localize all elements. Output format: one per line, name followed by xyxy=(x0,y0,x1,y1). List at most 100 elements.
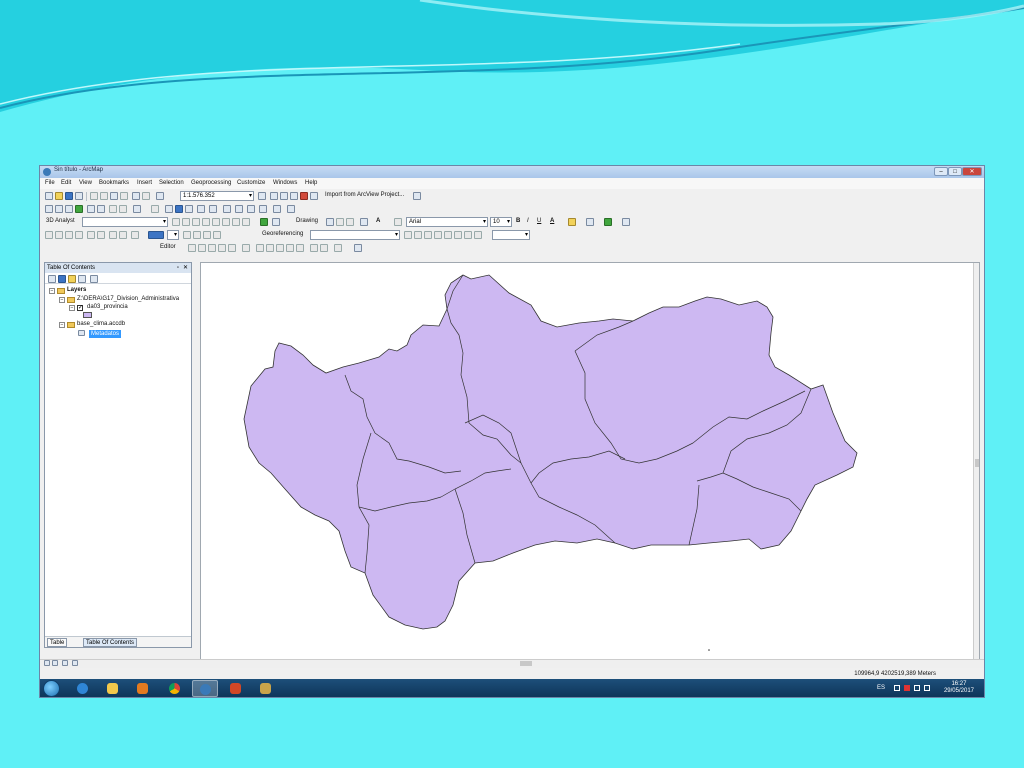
trace-icon[interactable] xyxy=(228,244,236,252)
menu-help[interactable]: Help xyxy=(305,180,317,186)
action-center-icon[interactable] xyxy=(904,685,910,691)
color-swatch-icon[interactable] xyxy=(148,231,164,239)
view-link-table-icon[interactable] xyxy=(454,231,462,239)
find-icon[interactable] xyxy=(223,205,231,213)
start-button[interactable] xyxy=(43,680,60,697)
page-back-icon[interactable] xyxy=(109,231,117,239)
menu-customize[interactable]: Customize xyxy=(237,180,265,186)
menu-edit[interactable]: Edit xyxy=(61,180,71,186)
georef-layer-dropdown[interactable] xyxy=(310,230,400,240)
viewer-icon[interactable] xyxy=(464,231,472,239)
vertical-scroll-thumb[interactable] xyxy=(975,459,979,467)
create-viewer-icon[interactable] xyxy=(273,205,281,213)
list-by-selection-icon[interactable] xyxy=(78,275,86,283)
hyperlink-icon[interactable] xyxy=(185,205,193,213)
paste-icon[interactable] xyxy=(110,192,118,200)
map-view[interactable] xyxy=(200,262,980,660)
steepest-path-icon[interactable] xyxy=(182,218,190,226)
marker-color-icon[interactable] xyxy=(604,218,612,226)
python-window-icon[interactable] xyxy=(310,192,318,200)
group1-node[interactable]: Z:\DERA\G17_Division_Administrativa xyxy=(77,296,179,302)
toc-window-icon[interactable] xyxy=(270,192,278,200)
print-icon[interactable] xyxy=(75,192,83,200)
taskbar-chrome[interactable] xyxy=(162,680,188,697)
point-icon[interactable] xyxy=(242,244,250,252)
full-extent-icon[interactable] xyxy=(75,205,83,213)
menu-insert[interactable]: Insert xyxy=(137,180,152,186)
layer-node[interactable]: da03_provincia xyxy=(87,304,128,310)
layout-options-icon[interactable] xyxy=(213,231,221,239)
contour-icon[interactable] xyxy=(172,218,180,226)
minimize-button[interactable]: – xyxy=(934,167,948,176)
toggle-draft-icon[interactable] xyxy=(183,231,191,239)
fixed-zoom-in-icon[interactable] xyxy=(87,205,95,213)
rectangle-icon[interactable] xyxy=(360,218,368,226)
shift-georef-icon[interactable] xyxy=(414,231,422,239)
scale-georef-icon[interactable] xyxy=(424,231,432,239)
arcscene-icon[interactable] xyxy=(232,218,240,226)
taskbar-ie[interactable] xyxy=(70,680,96,697)
pan-icon[interactable] xyxy=(65,205,73,213)
edit-vertices-2-icon[interactable] xyxy=(256,244,264,252)
network-icon[interactable] xyxy=(272,218,280,226)
italic-button[interactable]: I xyxy=(527,218,529,224)
change-layout-icon[interactable] xyxy=(193,231,201,239)
vertical-scrollbar[interactable] xyxy=(973,263,979,659)
expand-group2-icon[interactable]: − xyxy=(59,322,65,328)
layer-symbol-swatch[interactable] xyxy=(83,312,92,318)
taskbar-explorer[interactable] xyxy=(100,680,126,697)
rotate-georef-icon[interactable] xyxy=(404,231,412,239)
model-builder-icon[interactable] xyxy=(413,192,421,200)
split-icon[interactable] xyxy=(286,244,294,252)
arcglobe-icon[interactable] xyxy=(242,218,250,226)
scale-dropdown[interactable]: 1:1.576.352 xyxy=(180,191,254,201)
forward-extent-icon[interactable] xyxy=(119,205,127,213)
menu-selection[interactable]: Selection xyxy=(159,180,184,186)
auto-registration-icon[interactable] xyxy=(444,231,452,239)
clear-selection-icon[interactable] xyxy=(151,205,159,213)
rotate-icon[interactable] xyxy=(336,218,344,226)
cut-icon[interactable] xyxy=(90,192,98,200)
html-popup-icon[interactable] xyxy=(197,205,205,213)
save-icon[interactable] xyxy=(65,192,73,200)
text-icon[interactable]: A xyxy=(376,218,380,224)
zoom-in-icon[interactable] xyxy=(45,205,53,213)
add-control-points-icon[interactable] xyxy=(434,231,442,239)
expand-layers-icon[interactable]: − xyxy=(49,288,55,294)
group2-node[interactable]: base_clima.accdb xyxy=(77,321,125,327)
menu-view[interactable]: View xyxy=(79,180,92,186)
editor-toolbar-icon[interactable] xyxy=(258,192,266,200)
cut-polygons-icon[interactable] xyxy=(276,244,284,252)
menu-windows[interactable]: Windows xyxy=(273,180,297,186)
pause-drawing-icon[interactable] xyxy=(72,660,78,666)
copy-icon[interactable] xyxy=(100,192,108,200)
menu-bookmarks[interactable]: Bookmarks xyxy=(99,180,129,186)
line-of-sight-icon[interactable] xyxy=(192,218,200,226)
table-node-selected[interactable]: Metadatos xyxy=(89,330,122,338)
clock[interactable]: 16:27 29/05/2017 xyxy=(944,681,974,695)
layout-zoom-in-icon[interactable] xyxy=(45,231,53,239)
refresh-icon[interactable] xyxy=(62,660,68,666)
create-features-icon[interactable] xyxy=(334,244,342,252)
layout-zoom-out-icon[interactable] xyxy=(55,231,63,239)
drawing-menu[interactable]: Drawing xyxy=(296,218,318,224)
data-driven-pages-icon[interactable] xyxy=(203,231,211,239)
taskbar-media-player[interactable] xyxy=(130,680,156,697)
tab-table-of-contents[interactable]: Table Of Contents xyxy=(83,638,138,647)
edit-vertices-icon[interactable] xyxy=(394,218,402,226)
close-button[interactable]: ✕ xyxy=(962,167,982,176)
expand-layer-icon[interactable]: − xyxy=(69,305,75,311)
fixed-layout-zoom-icon[interactable] xyxy=(97,231,105,239)
new-document-icon[interactable] xyxy=(45,192,53,200)
list-by-visibility-icon[interactable] xyxy=(68,275,76,283)
sketch-properties-icon[interactable] xyxy=(320,244,328,252)
rotation-icon[interactable] xyxy=(474,231,482,239)
layer-visibility-checkbox[interactable]: ✓ xyxy=(77,305,83,311)
region-outline[interactable] xyxy=(243,274,858,630)
taskbar-powerpoint[interactable] xyxy=(223,680,249,697)
georeferencing-menu[interactable]: Georeferencing xyxy=(262,231,303,237)
map-canvas[interactable] xyxy=(201,263,974,659)
draw-select-icon[interactable] xyxy=(326,218,334,226)
maximize-button[interactable]: □ xyxy=(948,167,962,176)
taskbar-app[interactable] xyxy=(253,680,279,697)
